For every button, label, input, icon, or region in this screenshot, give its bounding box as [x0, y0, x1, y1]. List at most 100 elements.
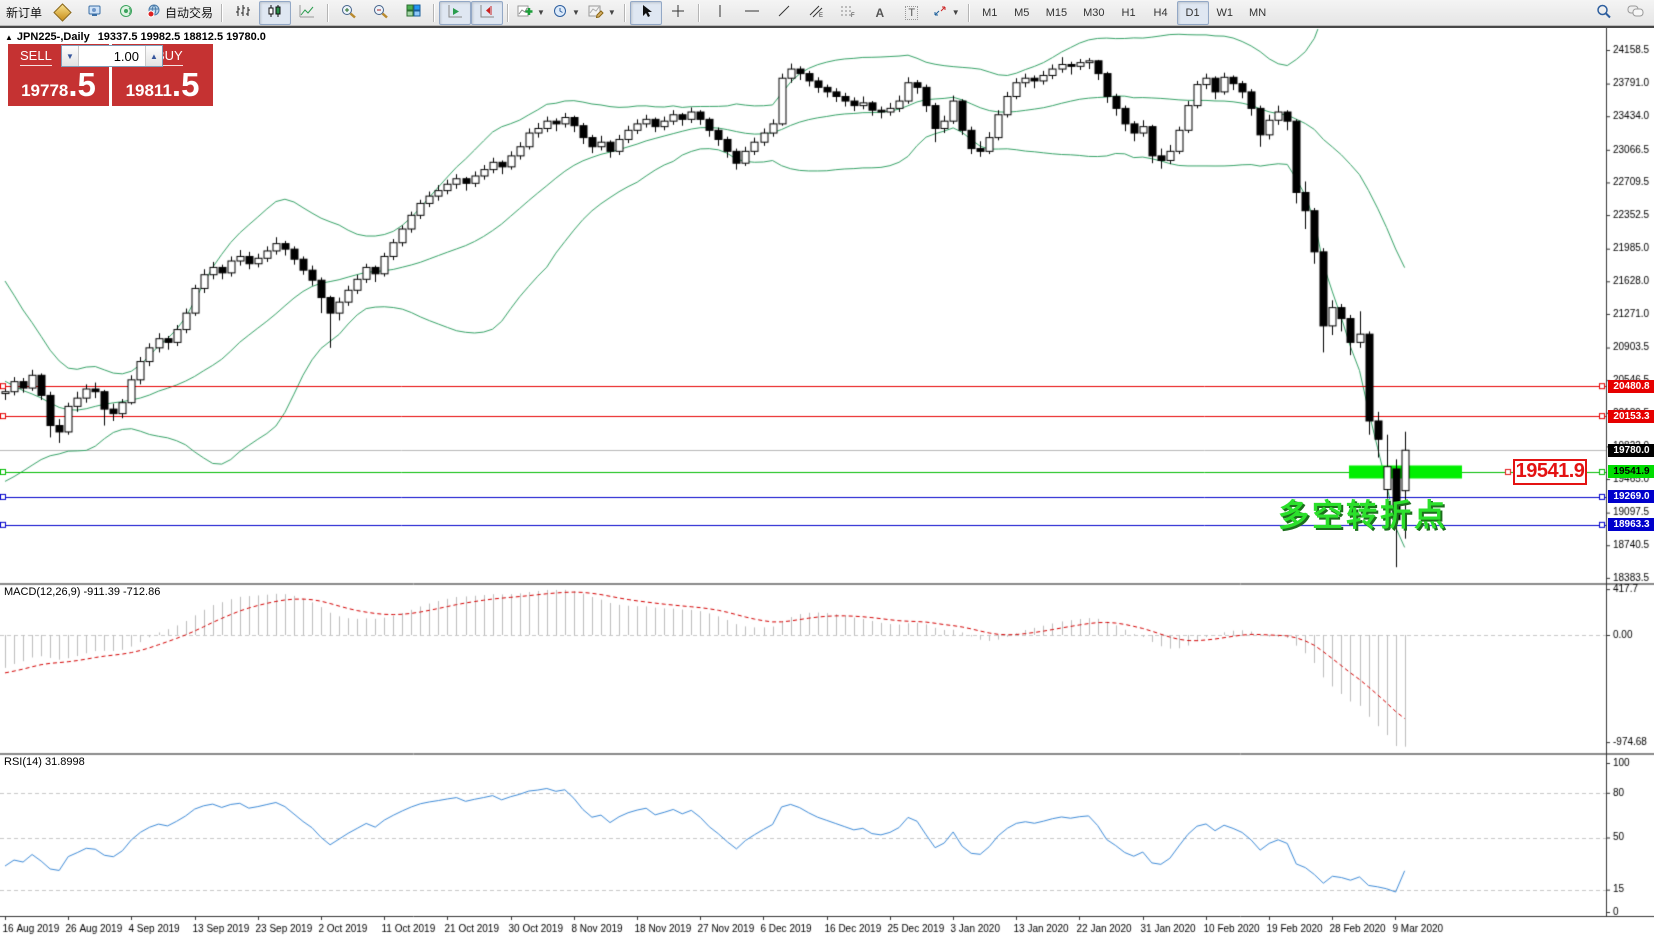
macd-indicator-label: MACD(12,26,9) -911.39 -712.86 [4, 586, 160, 598]
dropdown-caret-icon: ▼ [608, 8, 616, 17]
ohlc-values: 19337.5 19982.5 18812.5 19780.0 [98, 31, 266, 43]
timeframe-m1-button[interactable]: M1 [974, 1, 1006, 25]
collapse-panel-icon[interactable]: ▲ [5, 33, 13, 42]
auto-scroll-button[interactable] [439, 1, 471, 25]
price-axis-label: 19541.9 [1608, 465, 1654, 478]
broadcast-icon [119, 4, 134, 21]
timeframe-label: M30 [1079, 7, 1108, 19]
tile-windows-button[interactable] [397, 1, 429, 25]
equidistant-channel-icon: E [808, 4, 824, 21]
timeframe-m30-button[interactable]: M30 [1075, 1, 1112, 25]
toolbar-separator [221, 4, 223, 22]
volume-box: ▼ ▲ [61, 45, 163, 67]
price-axis-label: 18963.3 [1608, 518, 1654, 531]
svg-text:E: E [819, 13, 823, 18]
chat-button[interactable] [1620, 1, 1652, 25]
indicators-button[interactable]: ▼ [513, 1, 549, 25]
fibonacci-icon: F [840, 4, 856, 21]
bar-chart-mode-button[interactable] [227, 1, 259, 25]
timeframe-label: H4 [1150, 7, 1172, 19]
svg-text:F: F [851, 13, 855, 18]
timeframe-label: M5 [1010, 7, 1033, 19]
metaeditor-button[interactable] [46, 1, 78, 25]
timeframe-h4-button[interactable]: H4 [1145, 1, 1177, 25]
sell-button[interactable]: SELL [20, 46, 52, 66]
zoom-out-button[interactable] [365, 1, 397, 25]
new-order-button[interactable]: 新订单 [2, 1, 46, 25]
gold-diamond-icon [53, 3, 71, 21]
chart-window: ▲ JPN225-,Daily 19337.5 19982.5 18812.5 19… [0, 26, 1654, 944]
auto-scroll-icon [447, 4, 463, 21]
search-button[interactable] [1588, 1, 1620, 25]
search-icon [1596, 4, 1612, 22]
one-click-trading-panel: SELL BUY ▼ ▲ 19778.5 19811.5 [8, 44, 216, 106]
template-icon [588, 4, 604, 21]
volume-input[interactable] [79, 46, 145, 66]
sell-price-pip: .5 [68, 66, 96, 103]
vertical-line-tool-button[interactable] [704, 1, 736, 25]
price-axis-label: 20480.8 [1608, 380, 1654, 393]
toolbar-separator [327, 4, 329, 22]
buy-price-main: 19811 [126, 81, 172, 100]
cursor-tool-button[interactable] [630, 1, 662, 25]
sell-price[interactable]: 19778.5 [8, 71, 109, 101]
templates-button[interactable]: ▼ [584, 1, 620, 25]
buy-price[interactable]: 19811.5 [112, 71, 213, 101]
text-tool-button[interactable]: A [864, 1, 896, 25]
trendline-tool-button[interactable] [768, 1, 800, 25]
timeframe-label: MN [1245, 7, 1270, 19]
timeframe-label: M1 [978, 7, 1001, 19]
timeframe-d1-button[interactable]: D1 [1177, 1, 1209, 25]
timeframe-mn-button[interactable]: MN [1241, 1, 1274, 25]
autotrading-button[interactable]: 自动交易 [142, 1, 217, 25]
timeframe-h1-button[interactable]: H1 [1113, 1, 1145, 25]
toolbar-separator [507, 4, 509, 22]
timeframe-w1-button[interactable]: W1 [1209, 1, 1242, 25]
price-callout-box[interactable]: 19541.9 [1513, 459, 1587, 485]
text-icon: A [875, 6, 884, 20]
symbol-name: JPN225-,Daily [17, 31, 90, 43]
new-order-label: 新订单 [6, 4, 42, 21]
text-label-tool-button[interactable]: T [896, 1, 928, 25]
line-chart-mode-button[interactable] [291, 1, 323, 25]
clock-icon [553, 4, 568, 21]
timeframe-m15-button[interactable]: M15 [1038, 1, 1075, 25]
toolbar-separator [433, 4, 435, 22]
dropdown-caret-icon: ▼ [537, 8, 545, 17]
timeframe-label: D1 [1182, 7, 1204, 19]
chart-annotation-text[interactable]: 多空转折点 [1278, 490, 1448, 535]
price-chart-canvas[interactable] [0, 28, 1654, 944]
timeframe-label: M15 [1042, 7, 1071, 19]
horizontal-line-tool-button[interactable] [736, 1, 768, 25]
buy-price-pip: .5 [172, 66, 200, 103]
timeframe-m5-button[interactable]: M5 [1006, 1, 1038, 25]
zoom-in-icon [341, 4, 357, 22]
toolbar-separator [698, 4, 700, 22]
main-toolbar: 新订单 自动交易 [0, 0, 1654, 26]
market-watch-button[interactable] [78, 1, 110, 25]
arrows-tool-button[interactable]: ▼ [928, 1, 964, 25]
monitor-icon [87, 4, 102, 21]
candlestick-icon [267, 4, 283, 21]
price-axis-label: 19780.0 [1608, 444, 1654, 457]
crosshair-tool-button[interactable] [662, 1, 694, 25]
text-label-icon: T [905, 6, 918, 20]
volume-increase-button[interactable]: ▲ [145, 46, 162, 66]
periods-button[interactable]: ▼ [549, 1, 584, 25]
zoom-in-button[interactable] [333, 1, 365, 25]
crosshair-icon [671, 4, 685, 21]
fibonacci-tool-button[interactable]: F [832, 1, 864, 25]
price-axis-label: 19269.0 [1608, 490, 1654, 503]
globe-stop-icon [146, 4, 162, 21]
vertical-line-icon [715, 4, 725, 21]
volume-decrease-button[interactable]: ▼ [62, 46, 79, 66]
candlestick-mode-button[interactable] [259, 1, 291, 25]
signals-button[interactable] [110, 1, 142, 25]
arrows-icon [932, 4, 948, 21]
zoom-out-icon [373, 4, 389, 22]
sell-price-main: 19778 [21, 81, 68, 100]
line-chart-icon [299, 4, 315, 21]
channel-tool-button[interactable]: E [800, 1, 832, 25]
mt4-window: { "toolbar": { "new_order_label": "新订单",… [0, 0, 1654, 944]
chart-shift-button[interactable] [471, 1, 503, 25]
